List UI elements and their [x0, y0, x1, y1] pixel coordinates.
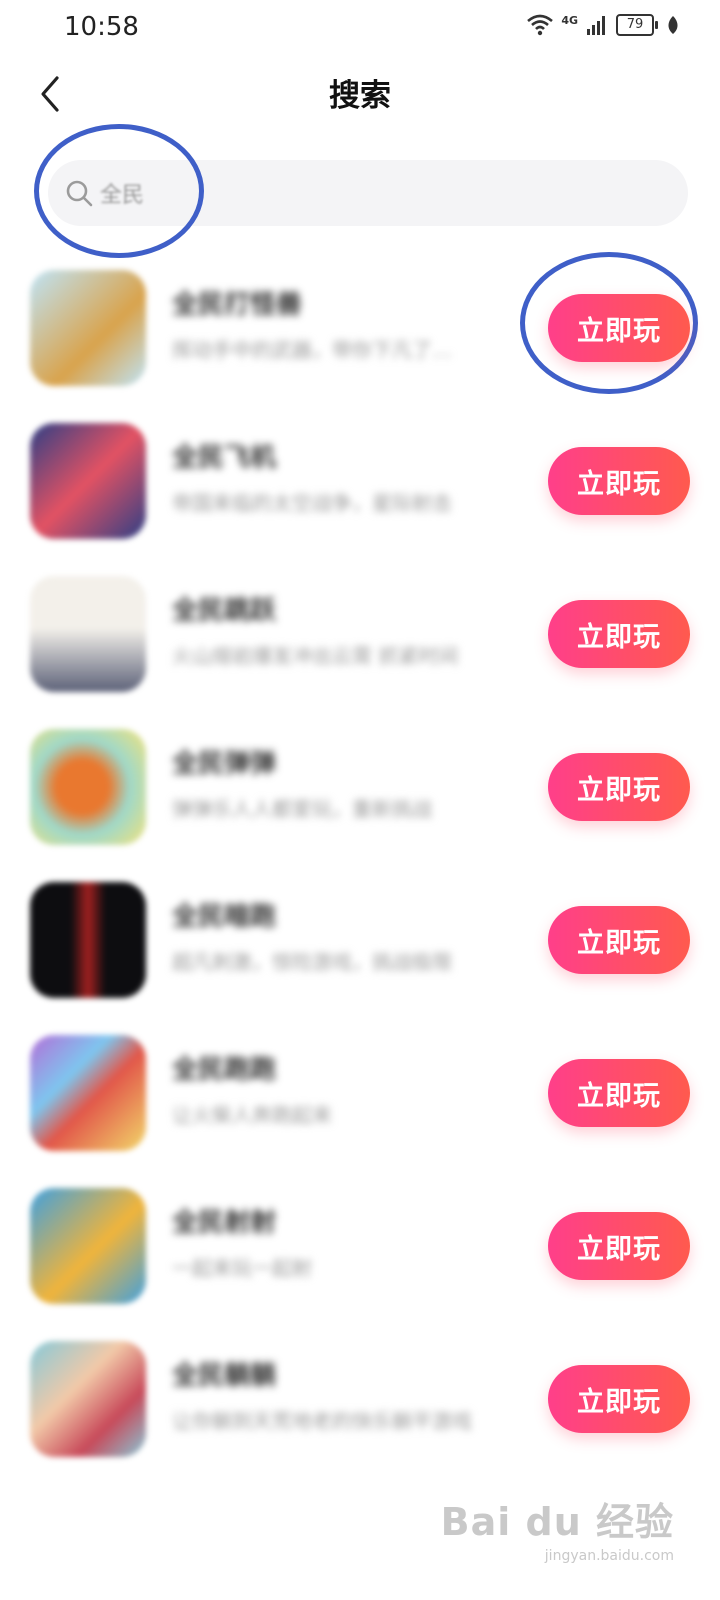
signal-icon — [587, 16, 605, 35]
battery-level: 79 — [616, 14, 654, 36]
leaf-icon — [668, 16, 678, 34]
play-now-button[interactable]: 立即玩 — [548, 600, 690, 668]
status-icons: 4G 79 — [527, 14, 680, 36]
app-name: 全民飞机 — [172, 443, 277, 473]
app-name: 全民躺躺 — [172, 1361, 277, 1391]
play-now-button[interactable]: 立即玩 — [548, 906, 690, 974]
status-time: 10:58 — [64, 12, 139, 42]
play-now-button[interactable]: 立即玩 — [548, 1212, 690, 1280]
list-item[interactable]: 全民射射 一起来玩一起射 立即玩 — [0, 1180, 720, 1333]
app-name: 全民跑跑 — [172, 1055, 277, 1085]
app-icon — [30, 270, 146, 386]
app-icon — [30, 576, 146, 692]
app-name: 全民打怪兽 — [172, 290, 303, 320]
page-title: 搜索 — [329, 78, 391, 114]
list-item[interactable]: 全民飞机 帝国来临的太空战争，星际射击 立即玩 — [0, 415, 720, 568]
app-name: 全民暗跑 — [172, 902, 277, 932]
app-description: 帝国来临的太空战争，星际射击 — [172, 491, 452, 515]
app-description: 超凡刺激，惊险游戏，挑战极限 — [172, 950, 452, 974]
watermark-logo-text: Bai du 经验 — [440, 1500, 674, 1544]
app-icon — [30, 1341, 146, 1457]
app-description: 让你躺到天荒地老的快乐躺平游戏 — [172, 1409, 472, 1433]
app-icon — [30, 729, 146, 845]
play-now-button[interactable]: 立即玩 — [548, 447, 690, 515]
status-bar: 10:58 4G 79 — [0, 0, 720, 56]
app-icon — [30, 1188, 146, 1304]
list-item[interactable]: 全民弹弹 弹弹乐人人都爱玩，重新挑战 立即玩 — [0, 721, 720, 874]
app-name: 全民跳跃 — [172, 596, 277, 626]
app-description: 火山熔岩爆发冲出云霄 抓紧时间 — [172, 644, 459, 668]
battery-indicator: 79 — [616, 14, 658, 36]
list-item[interactable]: 全民跳跃 火山熔岩爆发冲出云霄 抓紧时间 立即玩 — [0, 568, 720, 721]
app-description: 一起来玩一起射 — [172, 1256, 312, 1280]
app-list: 全民打怪兽 挥动手中的武器，带你下凡了… 立即玩 全民飞机 帝国来临的太空战争，… — [0, 262, 720, 1486]
search-icon — [66, 180, 93, 207]
play-now-button[interactable]: 立即玩 — [548, 753, 690, 821]
app-description: 挥动手中的武器，带你下凡了… — [172, 338, 452, 362]
app-name: 全民弹弹 — [172, 749, 277, 779]
network-type: 4G — [561, 14, 578, 27]
play-now-button[interactable]: 立即玩 — [548, 294, 690, 362]
app-icon — [30, 1035, 146, 1151]
app-description: 弹弹乐人人都爱玩，重新挑战 — [172, 797, 432, 821]
list-item[interactable]: 全民打怪兽 挥动手中的武器，带你下凡了… 立即玩 — [0, 262, 720, 415]
list-item[interactable]: 全民跑跑 让火柴人奔跑起来 立即玩 — [0, 1027, 720, 1180]
app-name: 全民射射 — [172, 1208, 277, 1238]
wifi-icon — [527, 14, 554, 36]
play-now-button[interactable]: 立即玩 — [548, 1365, 690, 1433]
search-input[interactable]: 全民 — [48, 160, 688, 226]
play-now-button[interactable]: 立即玩 — [548, 1059, 690, 1127]
header: 搜索 — [0, 56, 720, 132]
list-item[interactable]: 全民暗跑 超凡刺激，惊险游戏，挑战极限 立即玩 — [0, 874, 720, 1027]
watermark: Bai du 经验 jingyan.baidu.com — [441, 1491, 674, 1564]
watermark-url: jingyan.baidu.com — [544, 1548, 674, 1564]
app-icon — [30, 423, 146, 539]
list-item[interactable]: 全民躺躺 让你躺到天荒地老的快乐躺平游戏 立即玩 — [0, 1333, 720, 1486]
app-description: 让火柴人奔跑起来 — [172, 1103, 332, 1127]
search-query: 全民 — [100, 183, 145, 208]
app-icon — [30, 882, 146, 998]
